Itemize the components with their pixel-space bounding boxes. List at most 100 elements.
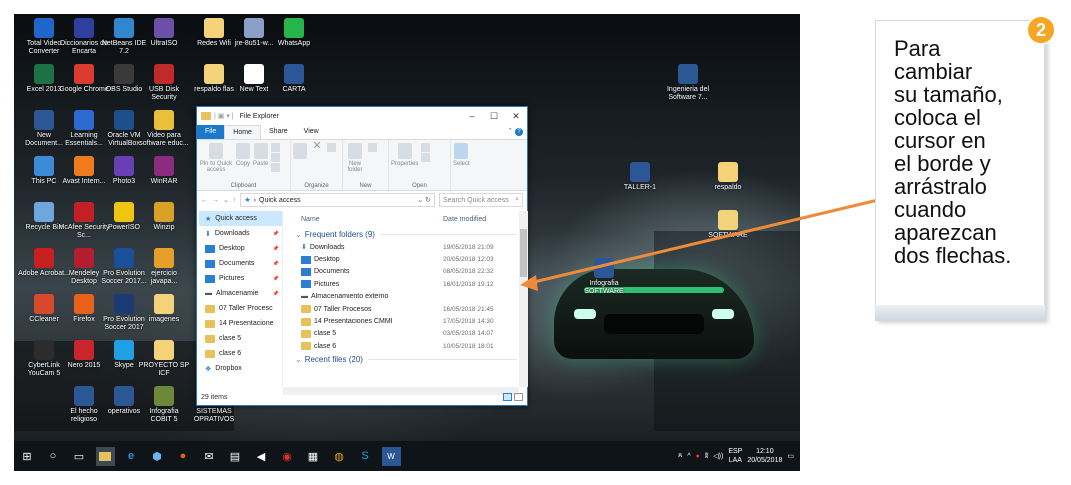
address-bar[interactable]: ★ › Quick access ⌄ ↻ <box>240 193 435 207</box>
quick-access-toolbar-icon[interactable]: | ▣ ▾ | <box>214 112 234 120</box>
mcafee-icon[interactable]: ◉ <box>278 447 297 466</box>
store-icon[interactable]: ⬢ <box>148 447 167 466</box>
file-explorer-window[interactable]: | ▣ ▾ | File Explorer – ☐ ✕ File Home Sh… <box>196 106 528 406</box>
desktop-icon[interactable]: PROYECTO SP ICF <box>138 340 190 378</box>
nav-item[interactable]: 07 Taller Procesc <box>199 301 282 316</box>
nav-item[interactable]: clase 6 <box>199 346 282 361</box>
nav-item[interactable]: Documents 📌 <box>199 256 282 271</box>
firefox-icon[interactable]: ● <box>174 447 193 466</box>
recent-locations-icon[interactable]: ⌄ <box>223 196 229 204</box>
file-explorer-taskbar-icon[interactable] <box>95 446 115 466</box>
list-item[interactable]: ▬ Almacenamiento externo <box>293 291 517 303</box>
start-icon[interactable]: ⊞ <box>18 447 37 466</box>
show-hidden-icons[interactable]: ^ <box>687 453 690 460</box>
list-item[interactable]: 14 Presentaciones CMMI 17/05/2018 14:30 <box>293 315 517 327</box>
item-name: clase 6 <box>314 342 337 350</box>
open-button[interactable] <box>421 143 431 163</box>
media-player-icon[interactable]: ◀ <box>252 447 271 466</box>
nav-item[interactable]: ⬇ Downloads 📌 <box>199 226 282 241</box>
search-icon[interactable]: ○ <box>44 447 63 466</box>
desktop-icon[interactable]: WhatsApp <box>268 18 320 48</box>
search-box[interactable]: Search Quick access ⌕ <box>439 193 523 207</box>
minimize-button[interactable]: – <box>461 111 483 122</box>
recent-files-header[interactable]: ⌄ Recent files (20) <box>293 353 517 367</box>
skype-icon[interactable]: S <box>356 447 375 466</box>
details-view-icon[interactable] <box>503 393 512 401</box>
pin-to-quick-access-button[interactable]: Pin to Quick access <box>199 143 233 173</box>
desktop-icon[interactable]: Infografia COBIT 5 <box>138 386 190 424</box>
edge-icon[interactable]: e <box>122 447 141 466</box>
desktop-icon[interactable]: USB Disk Security <box>138 64 190 102</box>
move-to-button[interactable] <box>293 143 307 161</box>
desktop-icon[interactable]: respaldo <box>702 162 754 192</box>
desktop-icon[interactable]: Winzip <box>138 202 190 232</box>
desktop-icon[interactable]: Video para software educ... <box>138 110 190 148</box>
maximize-button[interactable]: ☐ <box>483 111 505 122</box>
desktop-icon[interactable]: CARTA <box>268 64 320 94</box>
nav-item[interactable]: 14 Presentacione <box>199 316 282 331</box>
select-button[interactable]: Select <box>453 143 470 167</box>
desktop-icon[interactable]: Ingenieria del Software 7... <box>662 64 714 102</box>
nav-item[interactable]: Desktop 📌 <box>199 241 282 256</box>
properties-button[interactable]: Properties <box>391 143 418 167</box>
desktop-icon[interactable]: TALLER-1 <box>614 162 666 192</box>
desktop-icon[interactable]: WinRAR <box>138 156 190 186</box>
delete-button[interactable]: ✕ <box>310 141 324 161</box>
nav-item[interactable]: ❖ Dropbox <box>199 361 282 376</box>
column-name[interactable]: Name <box>293 216 443 223</box>
list-item[interactable]: Desktop 20/05/2018 12:03 <box>293 253 517 265</box>
nav-item[interactable]: clase 5 <box>199 331 282 346</box>
frequent-folders-header[interactable]: ⌄ Frequent folders (9) <box>293 227 517 241</box>
list-item[interactable]: clase 6 10/05/2018 18:01 <box>293 340 517 352</box>
new-item-button[interactable] <box>368 143 377 153</box>
language-indicator[interactable]: ESP LAA <box>728 447 742 465</box>
ribbon-collapse-icon[interactable]: ⌃ ? <box>503 125 527 139</box>
back-icon[interactable]: ← <box>201 197 208 204</box>
scroll-thumb[interactable] <box>520 229 527 277</box>
photos-icon[interactable]: ▦ <box>304 447 323 466</box>
desktop-icon[interactable]: imagenes <box>138 294 190 324</box>
tab-home[interactable]: Home <box>224 125 261 139</box>
chrome-icon[interactable]: ◍ <box>330 447 349 466</box>
close-button[interactable]: ✕ <box>505 111 527 122</box>
terminal-icon[interactable]: ▤ <box>226 447 245 466</box>
mail-icon[interactable]: ✉ <box>200 447 219 466</box>
step-badge: 2 <box>1026 15 1056 45</box>
mcafee-tray-icon[interactable]: ● <box>696 453 700 460</box>
app-icon <box>204 18 224 38</box>
volume-icon[interactable]: ◁)) <box>713 452 723 460</box>
nav-item[interactable]: ▬ Almacenamie 📌 <box>199 286 282 301</box>
tab-share[interactable]: Share <box>261 125 296 139</box>
up-icon[interactable]: ↑ <box>233 197 237 204</box>
nav-item[interactable]: ★ Quick access <box>199 211 282 226</box>
new-folder-button[interactable]: New folder <box>345 143 365 173</box>
task-view-icon[interactable]: ▭ <box>70 447 89 466</box>
tab-file[interactable]: File <box>197 125 225 139</box>
title-bar[interactable]: | ▣ ▾ | File Explorer – ☐ ✕ <box>197 107 527 125</box>
column-date-modified[interactable]: Date modified <box>443 216 486 223</box>
list-item[interactable]: ⬇ Downloads 19/05/2018 21:09 <box>293 241 517 253</box>
list-item[interactable]: Documents 08/05/2018 22:32 <box>293 266 517 278</box>
nav-item[interactable]: Pictures 📌 <box>199 271 282 286</box>
list-item[interactable]: Pictures 16/01/2018 19:12 <box>293 278 517 290</box>
vertical-scrollbar[interactable] <box>519 211 528 387</box>
desktop-icon[interactable]: SOFTWARE <box>702 210 754 240</box>
copy-button[interactable]: Copy <box>236 143 250 167</box>
network-icon[interactable]: ʬ <box>705 453 708 460</box>
forward-icon[interactable]: → <box>212 197 219 204</box>
large-icons-view-icon[interactable] <box>514 393 523 401</box>
clock[interactable]: 12:10 20/05/2018 <box>747 447 782 465</box>
rename-button[interactable] <box>327 143 336 153</box>
refresh-icon[interactable]: ⌄ ↻ <box>417 196 431 204</box>
word-icon[interactable]: W <box>381 446 401 466</box>
cut-icon[interactable] <box>271 143 281 173</box>
desktop-icon[interactable]: UltraISO <box>138 18 190 48</box>
notifications-icon[interactable]: ▭ <box>787 452 794 460</box>
list-item[interactable]: 07 Taller Procesos 16/05/2018 21:45 <box>293 303 517 315</box>
people-icon[interactable]: ጰ <box>678 452 682 460</box>
paste-button[interactable]: Paste <box>253 143 268 167</box>
list-item[interactable]: clase 5 03/05/2018 14:07 <box>293 328 517 340</box>
desktop-icon[interactable]: ejercicio javapa... <box>138 248 190 286</box>
desktop-icon[interactable]: Infografia SOFTWARE <box>578 258 630 296</box>
tab-view[interactable]: View <box>296 125 327 139</box>
